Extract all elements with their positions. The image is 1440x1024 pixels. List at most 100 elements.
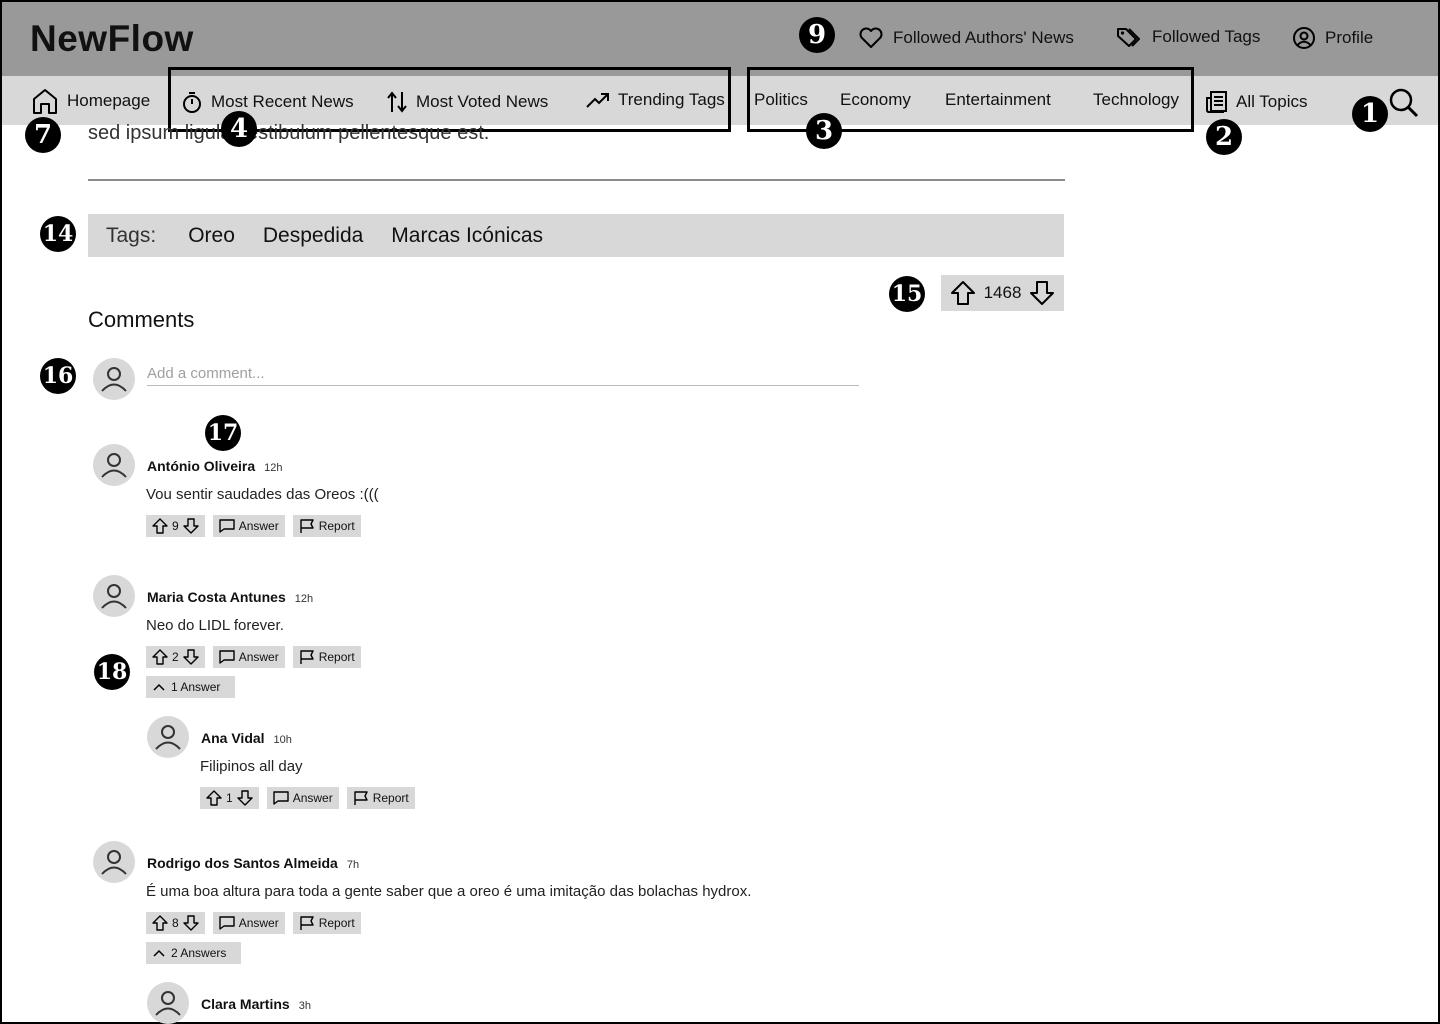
comment-bubble-icon <box>272 791 289 805</box>
flag-icon <box>299 519 315 533</box>
profile-icon <box>1292 26 1316 50</box>
report-button[interactable]: Report <box>292 515 361 537</box>
comment-author[interactable]: Clara Martins 3h <box>201 996 311 1012</box>
comment-timestamp: 10h <box>273 734 292 746</box>
comment-vote-count: 8 <box>172 916 179 930</box>
comment-bubble-icon <box>218 519 235 533</box>
comment-actions: 9 Answer Report <box>146 515 361 537</box>
nav-all-topics[interactable]: All Topics <box>1206 90 1308 114</box>
replies-toggle[interactable]: 2 Answers <box>146 942 241 964</box>
profile-label: Profile <box>1325 28 1374 47</box>
article-vote-box: 1468 <box>941 275 1064 311</box>
annotation-badge: 16 <box>40 358 76 394</box>
tag-link[interactable]: Marcas Icónicas <box>391 224 543 248</box>
downvote-icon[interactable] <box>1029 280 1055 306</box>
comment-author-name[interactable]: Clara Martins <box>201 996 290 1012</box>
replies-toggle-label: 2 Answers <box>171 946 227 960</box>
comment-timestamp: 12h <box>294 593 314 605</box>
comment-actions: 8 Answer Report <box>146 912 361 934</box>
flag-icon <box>299 916 315 930</box>
answer-button[interactable]: Answer <box>212 912 285 934</box>
report-label: Report <box>318 916 355 930</box>
annotation-badge: 2 <box>1206 119 1242 155</box>
avatar <box>93 444 135 486</box>
comment-author-name[interactable]: António Oliveira <box>147 458 255 474</box>
report-button[interactable]: Report <box>346 787 415 809</box>
annotation-badge: 17 <box>205 415 241 451</box>
tags-label: Tags: <box>106 223 157 247</box>
comment-author[interactable]: Maria Costa Antunes 12h <box>147 589 313 605</box>
report-label: Report <box>318 650 355 664</box>
annotation-badge: 4 <box>221 111 257 147</box>
followed-authors-link[interactable]: Followed Authors' News <box>858 26 1074 50</box>
annotation-badge: 18 <box>94 654 130 690</box>
report-button[interactable]: Report <box>292 646 361 668</box>
replies-toggle-label: 1 Answer <box>171 680 221 694</box>
downvote-icon[interactable] <box>182 518 199 534</box>
comment-author[interactable]: Ana Vidal 10h <box>201 730 292 746</box>
comment-vote: 1 <box>200 787 259 809</box>
answer-button[interactable]: Answer <box>212 646 285 668</box>
comment-bubble-icon <box>218 650 235 664</box>
downvote-icon[interactable] <box>182 915 199 931</box>
tag-link[interactable]: Despedida <box>263 224 363 248</box>
answer-button[interactable]: Answer <box>266 787 339 809</box>
annotation-badge: 3 <box>806 113 842 149</box>
comment-vote-count: 9 <box>172 519 179 533</box>
article-vote-count: 1468 <box>983 283 1022 302</box>
upvote-icon[interactable] <box>152 649 168 665</box>
comments-title: Comments <box>88 307 195 332</box>
upvote-icon[interactable] <box>206 790 222 806</box>
chevron-up-icon <box>152 948 166 958</box>
newspaper-icon <box>1206 90 1228 114</box>
upvote-icon[interactable] <box>950 280 976 306</box>
nav-homepage[interactable]: Homepage <box>31 87 150 115</box>
comment-author[interactable]: Rodrigo dos Santos Almeida 7h <box>147 855 359 871</box>
answer-button[interactable]: Answer <box>212 515 285 537</box>
flag-icon <box>299 650 315 664</box>
annotation-badge: 15 <box>889 276 925 312</box>
comment-author-name[interactable]: Rodrigo dos Santos Almeida <box>147 855 338 871</box>
followed-tags-link[interactable]: Followed Tags <box>1115 25 1260 49</box>
upvote-icon[interactable] <box>152 915 168 931</box>
replies-toggle[interactable]: 1 Answer <box>146 676 235 698</box>
avatar <box>93 358 135 400</box>
comment-actions: 1 Answer Report <box>200 787 415 809</box>
followed-authors-label: Followed Authors' News <box>893 28 1074 47</box>
answer-label: Answer <box>238 916 279 930</box>
comment-author-name[interactable]: Ana Vidal <box>201 730 265 746</box>
tag-link[interactable]: Oreo <box>188 224 235 248</box>
brand-logo[interactable]: NewFlow <box>30 18 194 60</box>
comment-author-name[interactable]: Maria Costa Antunes <box>147 589 286 605</box>
article-divider <box>88 179 1065 181</box>
nav-all-topics-label: All Topics <box>1236 92 1308 111</box>
answer-label: Answer <box>238 519 279 533</box>
comment-timestamp: 7h <box>346 859 360 871</box>
report-label: Report <box>372 791 409 805</box>
profile-link[interactable]: Profile <box>1292 26 1373 50</box>
comment-timestamp: 12h <box>264 462 283 474</box>
search-icon[interactable] <box>1386 86 1420 120</box>
add-comment-input[interactable]: Add a comment... <box>147 365 859 386</box>
avatar <box>93 841 135 883</box>
nav-homepage-label: Homepage <box>67 91 151 110</box>
upvote-icon[interactable] <box>152 518 168 534</box>
flag-icon <box>353 791 369 805</box>
comment-vote: 9 <box>146 515 205 537</box>
comment-text: Vou sentir saudades das Oreos :((( <box>146 486 379 503</box>
comment-actions: 2 Answer Report <box>146 646 361 668</box>
home-icon <box>31 87 59 115</box>
report-button[interactable]: Report <box>292 912 361 934</box>
downvote-icon[interactable] <box>182 649 199 665</box>
comment-vote: 8 <box>146 912 205 934</box>
comment-vote: 2 <box>146 646 205 668</box>
tags-icon <box>1115 25 1143 49</box>
downvote-icon[interactable] <box>236 790 253 806</box>
avatar <box>147 982 189 1024</box>
comment-timestamp: 3h <box>298 1000 311 1012</box>
comment-text: Neo do LIDL forever. <box>146 617 284 634</box>
followed-tags-label: Followed Tags <box>1152 27 1261 46</box>
comment-vote-count: 1 <box>226 791 233 805</box>
comment-author[interactable]: António Oliveira 12h <box>147 458 282 474</box>
annotation-badge: 14 <box>40 216 76 252</box>
